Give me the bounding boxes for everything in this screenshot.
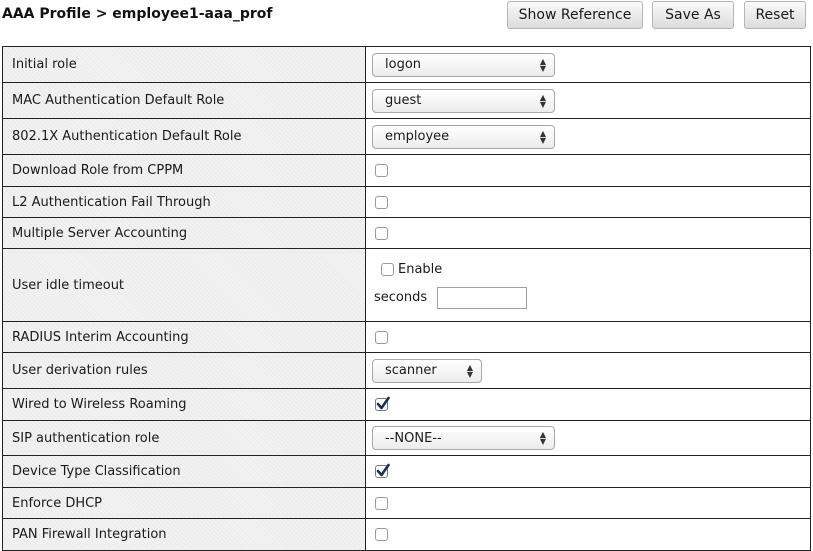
download-role-cppm-label: Download Role from CPPM bbox=[3, 155, 366, 186]
user-derivation-rules-label: User derivation rules bbox=[3, 353, 366, 388]
row-download-role-cppm: Download Role from CPPM bbox=[3, 155, 810, 187]
enforce-dhcp-label: Enforce DHCP bbox=[3, 488, 366, 518]
select-arrows-icon: ▲ ▼ bbox=[466, 362, 473, 379]
sip-auth-role-select[interactable]: --NONE-- ▲ ▼ bbox=[372, 426, 555, 450]
row-pan-firewall-integration: PAN Firewall Integration bbox=[3, 519, 810, 550]
select-arrows-icon: ▲ ▼ bbox=[539, 430, 546, 446]
wired-to-wireless-roaming-label: Wired to Wireless Roaming bbox=[3, 389, 366, 420]
checkmark-icon bbox=[376, 463, 390, 477]
dot1x-auth-default-role-value: employee bbox=[385, 129, 450, 144]
row-radius-interim-accounting: RADIUS Interim Accounting bbox=[3, 322, 810, 353]
dot1x-auth-default-role-label: 802.1X Authentication Default Role bbox=[3, 119, 366, 154]
pan-firewall-integration-checkbox[interactable] bbox=[375, 528, 388, 541]
row-l2-auth-fail-through: L2 Authentication Fail Through bbox=[3, 187, 810, 218]
initial-role-value: logon bbox=[385, 57, 422, 72]
enforce-dhcp-checkbox[interactable] bbox=[375, 496, 388, 510]
device-type-classification-label: Device Type Classification bbox=[3, 456, 366, 487]
page-header: AAA Profile > employee1-aaa_prof Show Re… bbox=[0, 0, 813, 34]
idle-timeout-seconds-label: seconds bbox=[374, 290, 428, 305]
l2-auth-fail-through-label: L2 Authentication Fail Through bbox=[3, 187, 366, 217]
mac-auth-default-role-select[interactable]: guest ▲ ▼ bbox=[372, 88, 555, 113]
row-device-type-classification: Device Type Classification bbox=[3, 456, 810, 488]
show-reference-button[interactable]: Show Reference bbox=[507, 1, 643, 29]
multiple-server-accounting-label: Multiple Server Accounting bbox=[3, 218, 366, 248]
aaa-profile-settings-table: Initial role logon ▲ ▼ MAC Authentication… bbox=[2, 46, 811, 551]
initial-role-select[interactable]: logon ▲ ▼ bbox=[372, 52, 555, 77]
user-derivation-rules-select[interactable]: scanner ▲ ▼ bbox=[372, 358, 482, 383]
wired-to-wireless-roaming-checkbox[interactable] bbox=[375, 396, 390, 411]
row-wired-to-wireless-roaming: Wired to Wireless Roaming bbox=[3, 389, 810, 421]
radius-interim-accounting-label: RADIUS Interim Accounting bbox=[3, 322, 366, 352]
idle-timeout-enable-checkbox[interactable] bbox=[381, 262, 394, 276]
row-dot1x-auth-default-role: 802.1X Authentication Default Role emplo… bbox=[3, 119, 810, 155]
save-as-button[interactable]: Save As bbox=[652, 1, 734, 29]
download-role-cppm-checkbox[interactable] bbox=[375, 164, 388, 177]
pan-firewall-integration-label: PAN Firewall Integration bbox=[3, 519, 366, 550]
user-idle-timeout-label: User idle timeout bbox=[3, 249, 366, 321]
row-mac-auth-default-role: MAC Authentication Default Role guest ▲ ▼ bbox=[3, 83, 810, 119]
user-idle-timeout-controls: Enable seconds bbox=[366, 249, 810, 321]
idle-timeout-seconds-input[interactable] bbox=[437, 286, 528, 309]
idle-timeout-enable-label: Enable bbox=[398, 261, 443, 277]
select-arrows-icon: ▲ ▼ bbox=[539, 128, 546, 145]
page-title: AAA Profile > employee1-aaa_prof bbox=[2, 6, 273, 22]
l2-auth-fail-through-checkbox[interactable] bbox=[375, 195, 388, 209]
row-user-idle-timeout: User idle timeout Enable seconds bbox=[3, 249, 810, 322]
radius-interim-accounting-checkbox[interactable] bbox=[375, 330, 388, 344]
device-type-classification-checkbox[interactable] bbox=[375, 463, 390, 478]
sip-auth-role-label: SIP authentication role bbox=[3, 421, 366, 455]
row-initial-role: Initial role logon ▲ ▼ bbox=[3, 47, 810, 83]
row-multiple-server-accounting: Multiple Server Accounting bbox=[3, 218, 810, 249]
select-arrows-icon: ▲ ▼ bbox=[539, 92, 546, 109]
reset-button[interactable]: Reset bbox=[744, 1, 806, 29]
mac-auth-default-role-value: guest bbox=[385, 93, 422, 108]
mac-auth-default-role-label: MAC Authentication Default Role bbox=[3, 83, 366, 118]
user-derivation-rules-value: scanner bbox=[385, 363, 437, 378]
row-user-derivation-rules: User derivation rules scanner ▲ ▼ bbox=[3, 353, 810, 389]
initial-role-label: Initial role bbox=[3, 47, 366, 82]
dot1x-auth-default-role-select[interactable]: employee ▲ ▼ bbox=[372, 124, 555, 149]
multiple-server-accounting-checkbox[interactable] bbox=[375, 226, 388, 240]
sip-auth-role-value: --NONE-- bbox=[385, 430, 442, 446]
row-enforce-dhcp: Enforce DHCP bbox=[3, 488, 810, 519]
select-arrows-icon: ▲ ▼ bbox=[539, 56, 546, 73]
checkmark-icon bbox=[376, 396, 390, 410]
row-sip-auth-role: SIP authentication role --NONE-- ▲ ▼ bbox=[3, 421, 810, 456]
